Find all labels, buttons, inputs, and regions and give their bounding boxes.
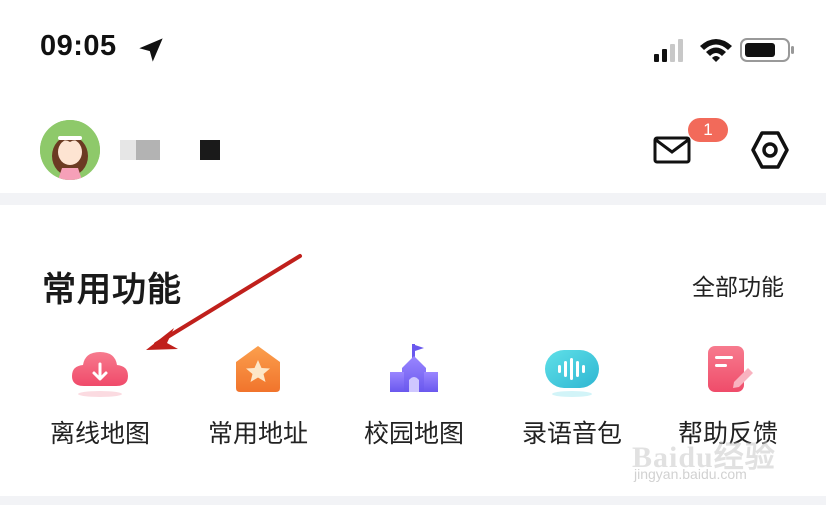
feature-help-feedback[interactable]: 帮助反馈 bbox=[653, 330, 803, 460]
home-star-icon bbox=[236, 346, 280, 392]
settings-button[interactable] bbox=[748, 128, 792, 172]
feature-grid: 离线地图 常用地址 校园地图 录语音包 帮助反馈 bbox=[0, 330, 826, 460]
battery-icon bbox=[740, 38, 794, 62]
bottom-divider bbox=[0, 496, 826, 505]
wifi-icon bbox=[700, 39, 732, 62]
cellular-signal-icon bbox=[654, 39, 683, 62]
all-functions-link[interactable]: 全部功能 bbox=[692, 268, 784, 302]
mail-icon bbox=[653, 136, 691, 164]
cloud-download-icon bbox=[72, 352, 128, 397]
watermark-url: jingyan.baidu.com bbox=[634, 466, 747, 482]
status-time: 09:05 bbox=[40, 30, 117, 62]
feature-label: 校园地图 bbox=[363, 419, 464, 448]
username-blurred bbox=[120, 140, 160, 160]
feature-campus-map[interactable]: 校园地图 bbox=[339, 330, 489, 460]
edit-note-icon bbox=[708, 346, 753, 392]
cartoon-girl-avatar-icon bbox=[40, 120, 100, 180]
section-title: 常用功能 bbox=[42, 270, 182, 310]
feature-offline-map[interactable]: 离线地图 bbox=[25, 330, 175, 460]
status-bar: 09:05 bbox=[0, 0, 826, 100]
voice-wave-icon bbox=[545, 350, 599, 397]
settings-icon bbox=[751, 131, 789, 169]
location-arrow-icon bbox=[139, 38, 163, 62]
school-building-icon bbox=[390, 344, 438, 392]
feature-label: 帮助反馈 bbox=[677, 419, 778, 448]
feature-record-voice[interactable]: 录语音包 bbox=[497, 330, 647, 460]
feature-common-address[interactable]: 常用地址 bbox=[183, 330, 333, 460]
avatar[interactable] bbox=[40, 120, 100, 180]
username-mask bbox=[200, 140, 220, 160]
mail-button[interactable] bbox=[652, 130, 692, 170]
feature-label: 离线地图 bbox=[49, 419, 150, 448]
feature-label: 录语音包 bbox=[521, 419, 622, 448]
feature-label: 常用地址 bbox=[207, 419, 308, 448]
profile-header: 1 bbox=[0, 110, 826, 190]
mail-badge: 1 bbox=[688, 118, 728, 142]
section-divider bbox=[0, 193, 826, 205]
